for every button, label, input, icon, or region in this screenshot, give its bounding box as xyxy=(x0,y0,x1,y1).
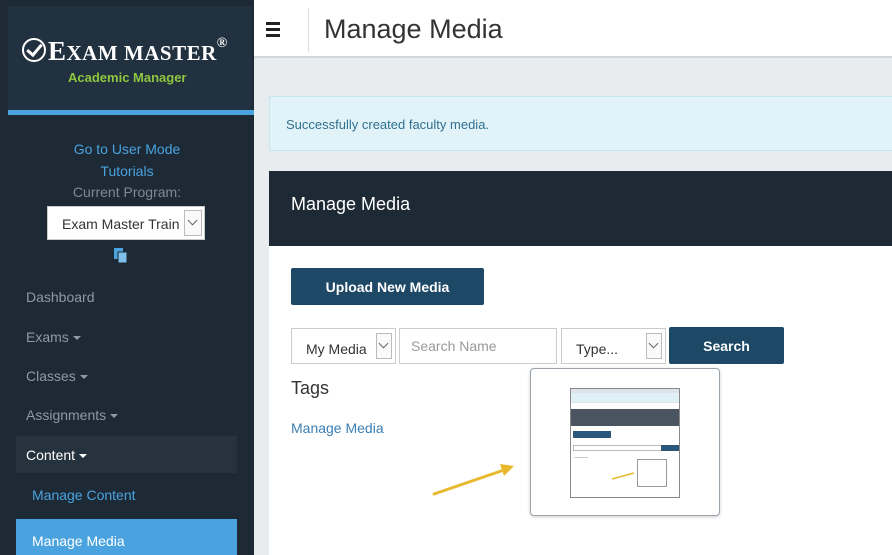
hamburger-icon[interactable] xyxy=(266,22,280,40)
header-separator xyxy=(308,8,309,52)
type-filter-value: Type... xyxy=(576,341,619,357)
nav-assignments-label: Assignments xyxy=(26,407,107,423)
check-circle-icon xyxy=(22,38,46,62)
registered-mark: ® xyxy=(216,36,228,51)
program-select[interactable]: Exam Master Train xyxy=(47,206,205,240)
logo-title: EXAM MASTER® xyxy=(22,36,228,67)
search-name-input[interactable] xyxy=(399,328,557,364)
media-filter-value: My Media xyxy=(306,341,367,357)
thumbnail-image xyxy=(570,388,680,498)
sidebar: EXAM MASTER® Academic Manager Go to User… xyxy=(0,0,254,555)
nav-content-label: Content xyxy=(26,447,76,463)
tutorials-link[interactable]: Tutorials xyxy=(0,163,254,179)
nav-assignments[interactable]: Assignments xyxy=(26,407,119,423)
caret-down-icon xyxy=(79,375,88,380)
chevron-down-icon[interactable] xyxy=(184,210,202,236)
upload-new-media-button[interactable]: Upload New Media xyxy=(291,268,484,305)
nav-manage-media-label: Manage Media xyxy=(32,533,125,549)
user-mode-link[interactable]: Go to User Mode xyxy=(0,141,254,157)
logo[interactable]: EXAM MASTER® Academic Manager xyxy=(8,6,252,110)
chevron-down-icon[interactable] xyxy=(376,333,392,359)
chevron-down-icon[interactable] xyxy=(646,333,662,359)
nav-exams-label: Exams xyxy=(26,329,69,345)
search-button[interactable]: Search xyxy=(669,327,784,364)
caret-down-icon xyxy=(110,414,119,419)
screenshot-thumbnail[interactable] xyxy=(530,368,720,516)
nav-dashboard[interactable]: Dashboard xyxy=(26,289,95,305)
alert-message: Successfully created faculty media. xyxy=(286,117,490,132)
nav-content[interactable]: Content xyxy=(16,436,237,473)
nav-dashboard-label: Dashboard xyxy=(26,289,95,305)
sidebar-divider xyxy=(8,110,254,115)
media-filter-select[interactable]: My Media xyxy=(291,328,396,364)
type-filter-select[interactable]: Type... xyxy=(561,328,666,364)
logo-title-initial: E xyxy=(48,36,67,66)
nav-manage-content[interactable]: Manage Content xyxy=(32,487,136,503)
caret-down-icon xyxy=(79,454,88,459)
program-select-value: Exam Master Train xyxy=(62,216,180,232)
panel-header: Manage Media xyxy=(269,171,892,246)
tag-link-manage-media[interactable]: Manage Media xyxy=(291,420,384,436)
caret-down-icon xyxy=(72,336,81,341)
tags-heading: Tags xyxy=(291,378,330,398)
logo-title-rest: XAM MASTER xyxy=(66,41,217,65)
nav-classes[interactable]: Classes xyxy=(26,368,88,384)
document-icon[interactable] xyxy=(114,248,128,264)
nav-classes-label: Classes xyxy=(26,368,76,384)
current-program-label: Current Program: xyxy=(72,184,182,200)
nav-exams[interactable]: Exams xyxy=(26,329,81,345)
page-title: Manage Media xyxy=(324,14,503,44)
success-alert: Successfully created faculty media. xyxy=(269,96,892,151)
panel-title: Manage Media xyxy=(291,194,411,214)
annotation-arrow-icon xyxy=(432,464,514,496)
top-header: Manage Media xyxy=(254,0,892,58)
nav-manage-media[interactable]: Manage Media xyxy=(16,519,237,555)
logo-subtitle: Academic Manager xyxy=(68,70,187,85)
